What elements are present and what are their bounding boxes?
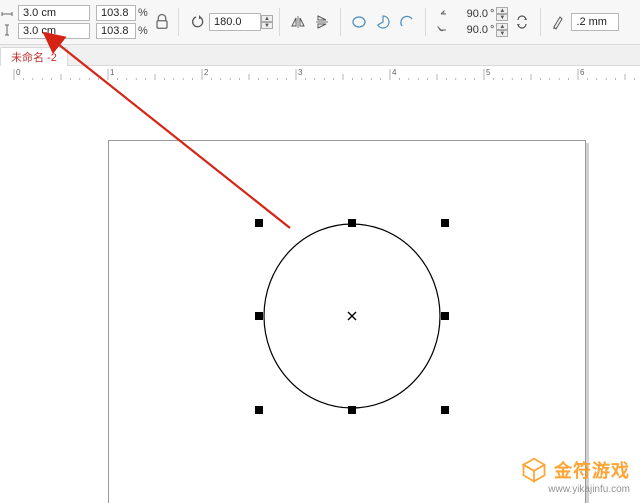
lock-ratio-button[interactable]: [152, 8, 172, 36]
percent-labels: % %: [138, 3, 152, 41]
document-tab[interactable]: 未命名 -2: [0, 47, 68, 66]
rotation-stepper[interactable]: ▲▼: [261, 15, 273, 29]
lock-icon: [152, 12, 172, 32]
object-height-input[interactable]: 3.0 cm: [18, 23, 90, 39]
end-angle-icon: [434, 23, 448, 37]
pen-icon: [551, 14, 567, 30]
center-marker: [348, 312, 356, 320]
svg-text:5: 5: [486, 68, 491, 77]
svg-text:4: 4: [392, 68, 397, 77]
page: [108, 140, 586, 503]
svg-text:1: 1: [110, 68, 115, 77]
end-angle-input[interactable]: 90.0: [450, 24, 488, 36]
degree-label: °: [490, 8, 494, 20]
swap-angles-button[interactable]: [510, 10, 534, 34]
canvas-area[interactable]: [0, 80, 640, 503]
ellipse-tool-button[interactable]: [347, 10, 371, 34]
cube-icon: [520, 456, 548, 484]
outline-width-input[interactable]: .2 mm: [571, 13, 619, 31]
ellipse-icon: [351, 14, 367, 30]
mirror-h-icon: [290, 14, 306, 30]
mirror-horizontal-button[interactable]: [286, 10, 310, 34]
rotate-icon: [189, 14, 205, 30]
watermark-text: 金符游戏: [554, 457, 630, 483]
document-tabs-bar: 未命名 -2: [0, 45, 640, 66]
rotation-angle-input[interactable]: 180.0: [209, 13, 261, 31]
property-toolbar: 3.0 cm 3.0 cm 103.8 103.8 % % 180.0 ▲▼: [0, 0, 640, 45]
svg-text:0: 0: [16, 68, 21, 77]
rotate-button[interactable]: [185, 10, 209, 34]
dimension-icons: [0, 0, 14, 44]
svg-text:6: 6: [580, 68, 585, 77]
pie-tool-button[interactable]: [371, 10, 395, 34]
width-icon: [1, 8, 13, 20]
selection-svg: [109, 141, 585, 503]
watermark: 金符游戏 www.yikajinfu.com: [520, 456, 630, 495]
outline-pen-button[interactable]: [547, 10, 571, 34]
svg-text:2: 2: [204, 68, 209, 77]
scale-x-input[interactable]: 103.8: [96, 5, 136, 21]
object-width-input[interactable]: 3.0 cm: [18, 5, 90, 21]
arc-icon: [399, 14, 415, 30]
scale-y-input[interactable]: 103.8: [96, 23, 136, 39]
swap-icon: [514, 14, 530, 30]
height-icon: [1, 24, 13, 36]
degree-label-2: °: [490, 24, 494, 36]
mirror-v-icon: [314, 14, 330, 30]
pie-icon: [375, 14, 391, 30]
arc-tool-button[interactable]: [395, 10, 419, 34]
mirror-vertical-button[interactable]: [310, 10, 334, 34]
svg-text:3: 3: [298, 68, 303, 77]
watermark-url: www.yikajinfu.com: [548, 484, 630, 495]
start-angle-stepper[interactable]: ▲▼: [496, 7, 508, 21]
start-angle-input[interactable]: 90.0: [450, 8, 488, 20]
end-angle-stepper[interactable]: ▲▼: [496, 23, 508, 37]
start-angle-icon: [434, 7, 448, 21]
